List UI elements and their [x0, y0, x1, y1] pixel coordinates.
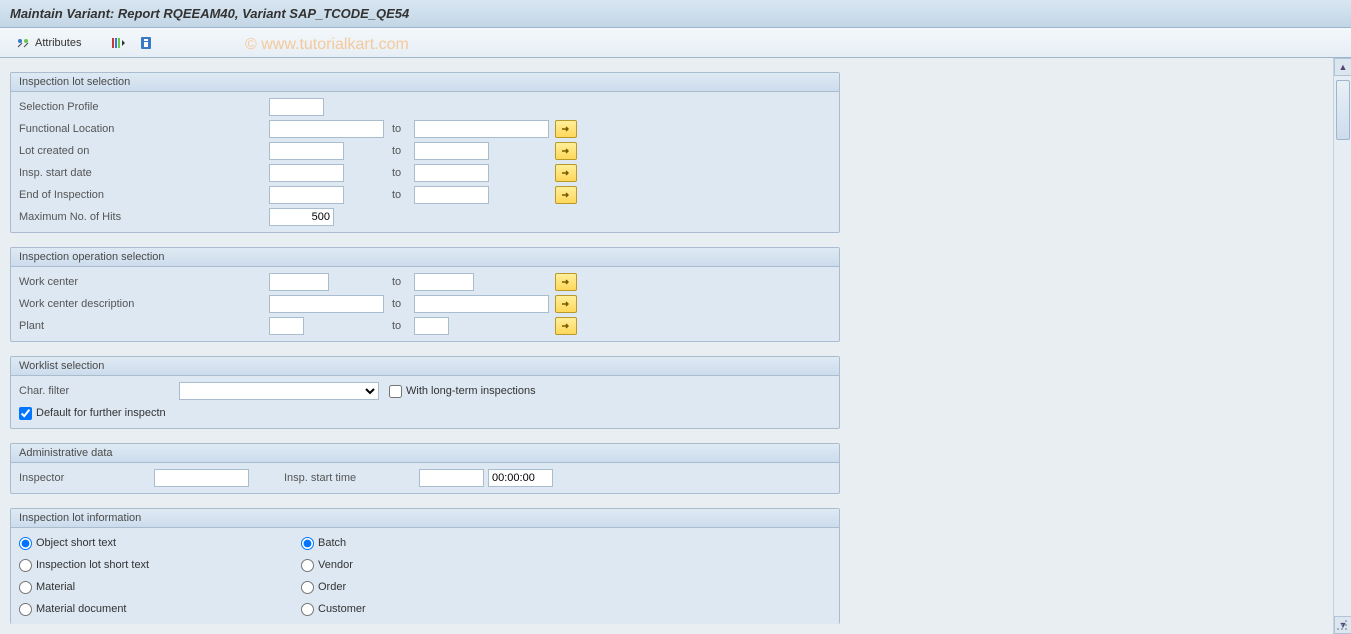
label-default-further: Default for further inspectn — [36, 407, 166, 419]
label-insp-lot-short-text: Inspection lot short text — [36, 559, 149, 571]
input-lot-created-from[interactable] — [269, 142, 344, 160]
label-lot-created-on: Lot created on — [19, 145, 269, 157]
label-to: to — [384, 123, 414, 135]
input-inspector[interactable] — [154, 469, 249, 487]
label-batch: Batch — [318, 537, 346, 549]
input-lot-created-to[interactable] — [414, 142, 489, 160]
checkbox-long-term[interactable] — [389, 385, 402, 398]
more-button-functional-location[interactable] — [555, 120, 577, 138]
input-work-center-desc-to[interactable] — [414, 295, 549, 313]
label-vendor: Vendor — [318, 559, 353, 571]
label-plant: Plant — [19, 320, 269, 332]
more-button-work-center[interactable] — [555, 273, 577, 291]
scroll-thumb[interactable] — [1336, 80, 1350, 140]
content-area: Inspection lot selection Selection Profi… — [0, 58, 1331, 634]
list-icon — [110, 35, 126, 51]
group-header: Administrative data — [11, 444, 839, 463]
group-header: Inspection lot information — [11, 509, 839, 528]
label-insp-start-date: Insp. start date — [19, 167, 269, 179]
scroll-up-arrow[interactable]: ▲ — [1334, 58, 1351, 76]
label-order: Order — [318, 581, 346, 593]
group-administrative-data: Administrative data Inspector Insp. star… — [10, 443, 840, 494]
resize-grip[interactable] — [1336, 619, 1348, 631]
label-material-document: Material document — [36, 603, 127, 615]
input-plant-to[interactable] — [414, 317, 449, 335]
label-customer: Customer — [318, 603, 366, 615]
group-worklist-selection: Worklist selection Char. filter With lon… — [10, 356, 840, 429]
input-max-hits[interactable] — [269, 208, 334, 226]
input-plant-from[interactable] — [269, 317, 304, 335]
label-insp-start-time: Insp. start time — [284, 472, 419, 484]
label-to: to — [384, 298, 414, 310]
label-long-term: With long-term inspections — [406, 385, 536, 397]
radio-order[interactable] — [301, 581, 314, 594]
group-header: Inspection operation selection — [11, 248, 839, 267]
label-selection-profile: Selection Profile — [19, 101, 269, 113]
group-inspection-lot-selection: Inspection lot selection Selection Profi… — [10, 72, 840, 233]
label-to: to — [384, 276, 414, 288]
label-object-short-text: Object short text — [36, 537, 116, 549]
radio-material-document[interactable] — [19, 603, 32, 616]
input-work-center-to[interactable] — [414, 273, 474, 291]
radio-insp-lot-short-text[interactable] — [19, 559, 32, 572]
input-end-inspection-to[interactable] — [414, 186, 489, 204]
radio-object-short-text[interactable] — [19, 537, 32, 550]
input-selection-profile[interactable] — [269, 98, 324, 116]
label-char-filter: Char. filter — [19, 385, 179, 397]
label-work-center: Work center — [19, 276, 269, 288]
label-functional-location: Functional Location — [19, 123, 269, 135]
input-end-inspection-from[interactable] — [269, 186, 344, 204]
input-functional-location-to[interactable] — [414, 120, 549, 138]
more-button-lot-created[interactable] — [555, 142, 577, 160]
label-work-center-desc: Work center description — [19, 298, 269, 310]
radio-customer[interactable] — [301, 603, 314, 616]
group-inspection-operation-selection: Inspection operation selection Work cent… — [10, 247, 840, 342]
toolbar-icon-button-1[interactable] — [106, 32, 130, 54]
toolbar: Attributes — [0, 28, 1351, 58]
more-button-end-inspection[interactable] — [555, 186, 577, 204]
select-char-filter[interactable] — [179, 382, 379, 400]
page-title: Maintain Variant: Report RQEEAM40, Varia… — [10, 6, 409, 21]
label-to: to — [384, 320, 414, 332]
window-title-bar: Maintain Variant: Report RQEEAM40, Varia… — [0, 0, 1351, 28]
attributes-button[interactable]: Attributes — [8, 32, 88, 54]
radio-vendor[interactable] — [301, 559, 314, 572]
label-to: to — [384, 167, 414, 179]
input-insp-start-time[interactable] — [419, 469, 484, 487]
label-max-hits: Maximum No. of Hits — [19, 211, 269, 223]
vertical-scrollbar[interactable]: ▲ ▼ — [1333, 58, 1351, 634]
attributes-label: Attributes — [35, 37, 81, 49]
group-header: Worklist selection — [11, 357, 839, 376]
more-button-work-center-desc[interactable] — [555, 295, 577, 313]
input-time-display[interactable] — [488, 469, 553, 487]
attributes-icon — [15, 35, 31, 51]
info-icon — [138, 35, 154, 51]
label-to: to — [384, 189, 414, 201]
input-functional-location-from[interactable] — [269, 120, 384, 138]
more-button-plant[interactable] — [555, 317, 577, 335]
toolbar-icon-button-2[interactable] — [134, 32, 158, 54]
radio-material[interactable] — [19, 581, 32, 594]
label-material: Material — [36, 581, 75, 593]
input-work-center-from[interactable] — [269, 273, 329, 291]
input-insp-start-to[interactable] — [414, 164, 489, 182]
label-inspector: Inspector — [19, 472, 154, 484]
input-insp-start-from[interactable] — [269, 164, 344, 182]
label-end-inspection: End of Inspection — [19, 189, 269, 201]
group-inspection-lot-information: Inspection lot information Object short … — [10, 508, 840, 624]
input-work-center-desc-from[interactable] — [269, 295, 384, 313]
group-header: Inspection lot selection — [11, 73, 839, 92]
label-to: to — [384, 145, 414, 157]
checkbox-default-further[interactable] — [19, 407, 32, 420]
more-button-insp-start[interactable] — [555, 164, 577, 182]
radio-batch[interactable] — [301, 537, 314, 550]
